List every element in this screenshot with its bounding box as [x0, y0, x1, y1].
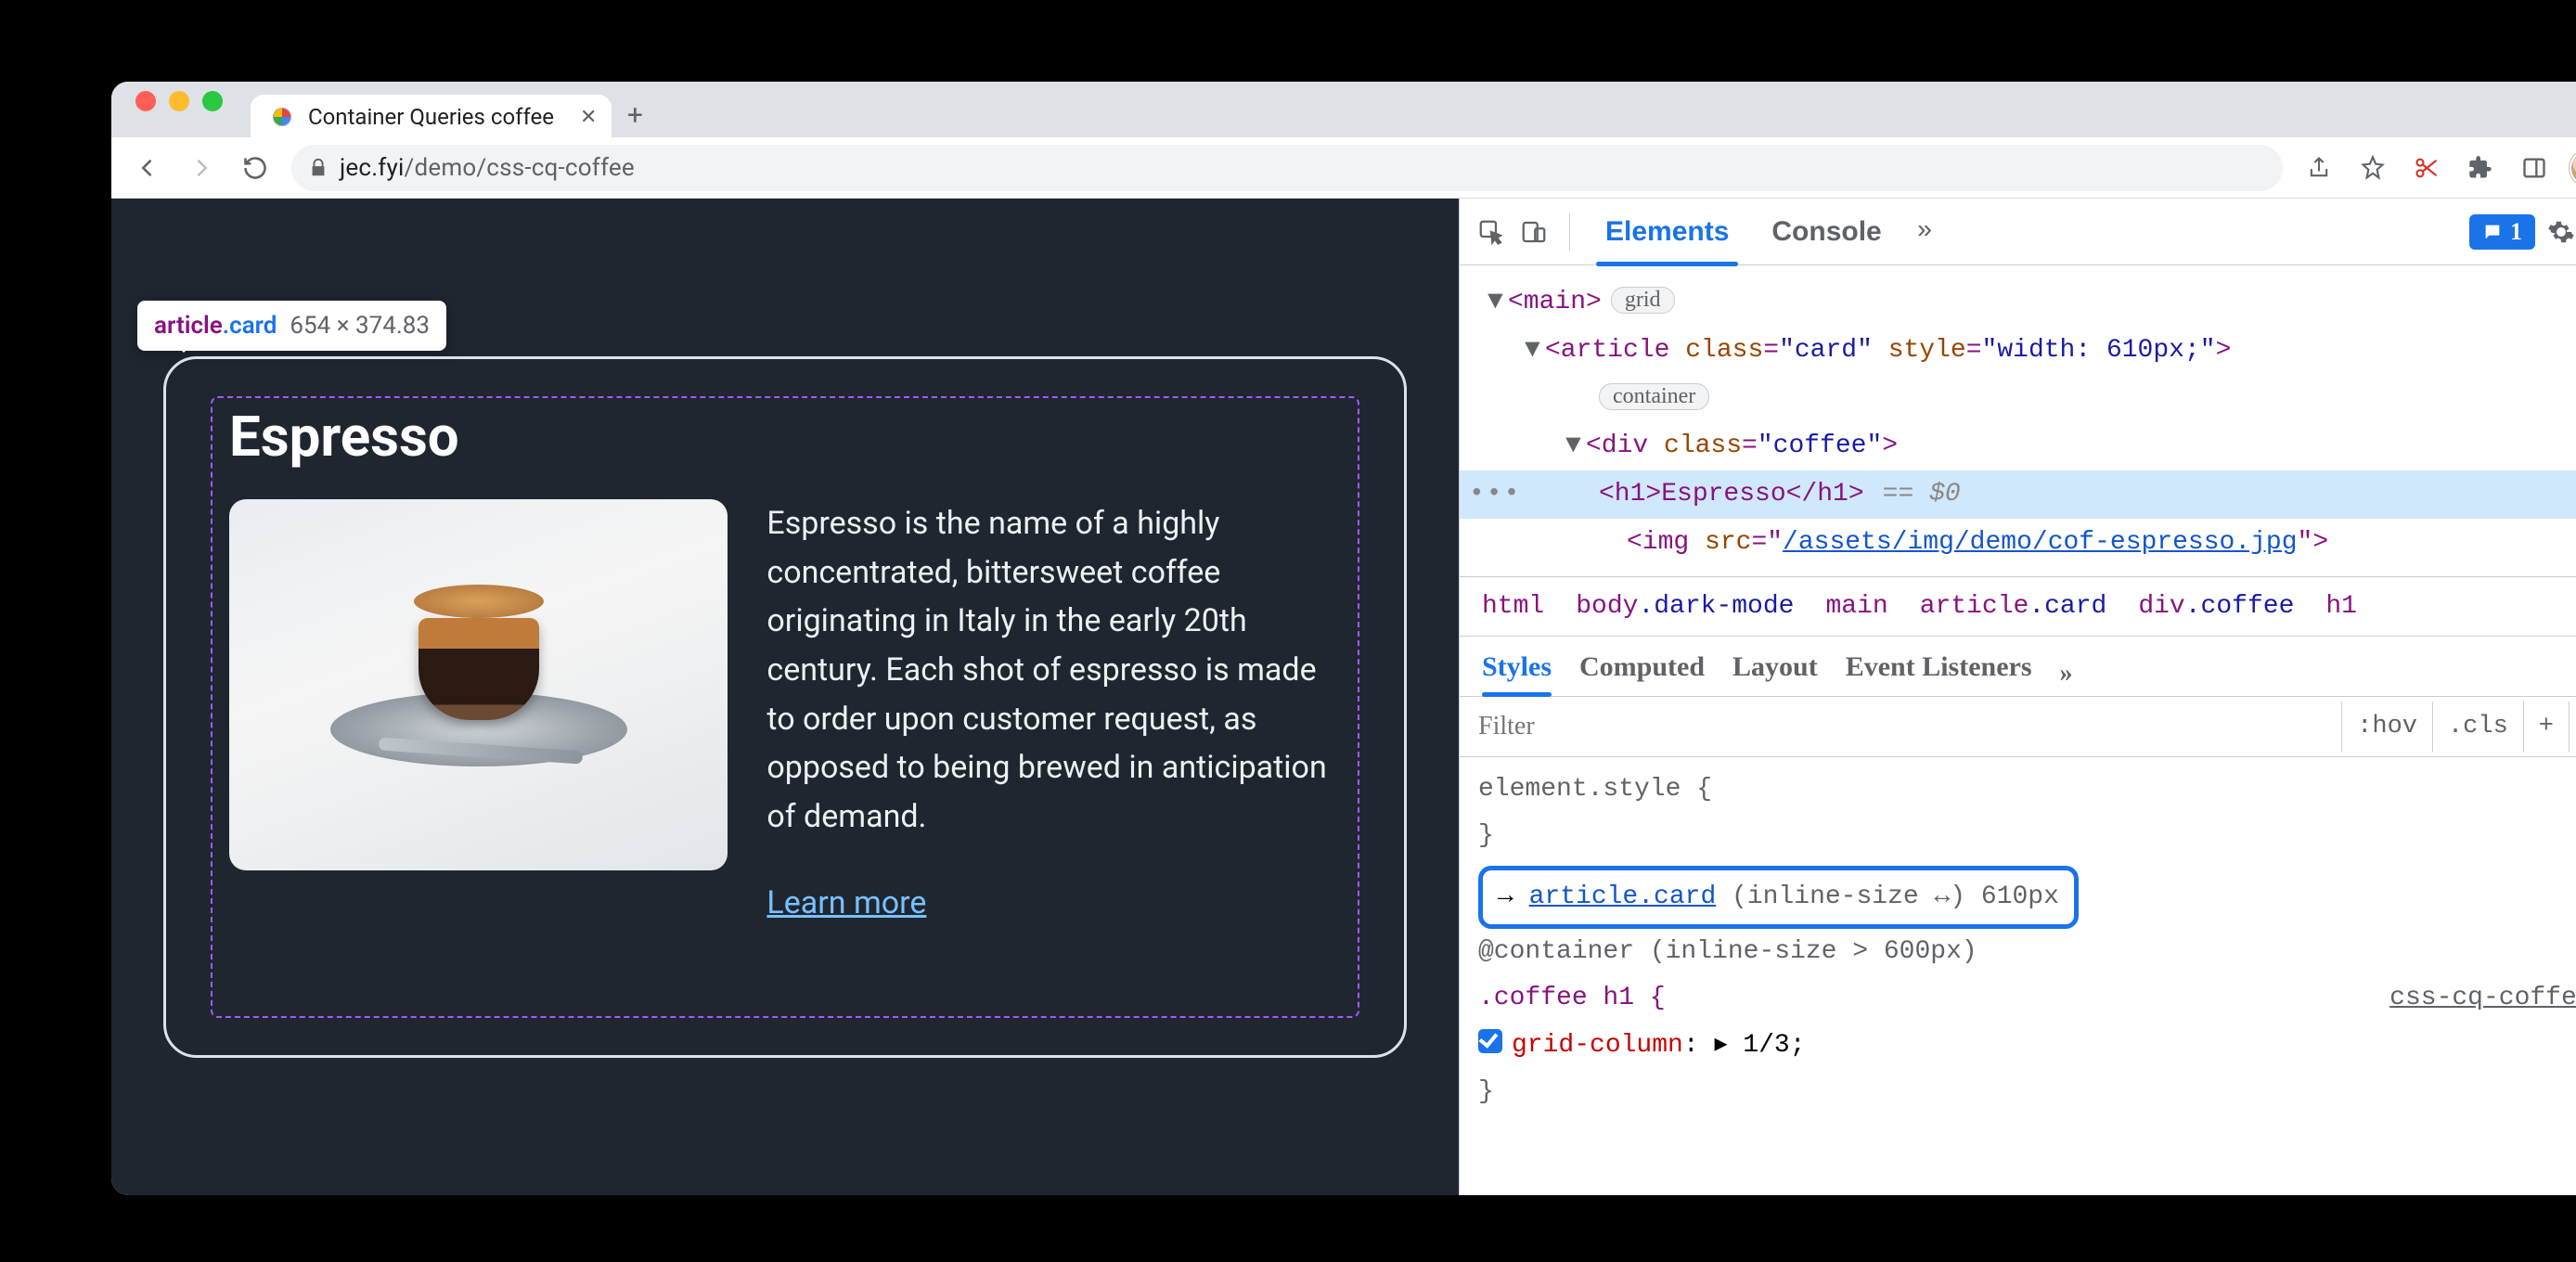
lock-icon — [308, 158, 328, 178]
url-text: jec.fyi/demo/css-cq-coffee — [340, 154, 635, 182]
container-selector-link[interactable]: article.card — [1529, 882, 1717, 911]
tab-elements[interactable]: Elements — [1589, 200, 1745, 264]
browser-window: Container Queries coffee ✕ + ⌄ jec.fyi/d… — [111, 82, 2576, 1195]
titlebar: Container Queries coffee ✕ + ⌄ — [111, 82, 2576, 137]
tab-close-icon[interactable]: ✕ — [580, 106, 597, 129]
inspect-icon[interactable] — [1475, 215, 1508, 249]
issues-count: 1 — [2510, 218, 2522, 246]
tab-favicon — [269, 104, 295, 130]
sidepanel-icon[interactable] — [2509, 143, 2559, 193]
cls-button[interactable]: .cls — [2432, 702, 2523, 752]
hov-button[interactable]: :hov — [2341, 702, 2432, 752]
styles-rules[interactable]: element.style { } → article.card (inline… — [1460, 757, 2576, 1126]
back-button[interactable] — [122, 143, 173, 193]
rule-element-style[interactable]: element.style { — [1478, 766, 2576, 813]
browser-tab[interactable]: Container Queries coffee ✕ — [251, 95, 612, 137]
address-bar[interactable]: jec.fyi/demo/css-cq-coffee — [291, 145, 2283, 191]
tooltip-dimensions: 654 × 374.83 — [290, 312, 430, 340]
forward-button[interactable] — [176, 143, 226, 193]
element-tooltip: article.card 654 × 374.83 — [137, 301, 446, 351]
bookmark-icon[interactable] — [2348, 143, 2398, 193]
dom-row-main[interactable]: ▼<main>grid — [1488, 278, 2576, 327]
rendered-page: article.card 654 × 374.83 Espresso Espres… — [111, 199, 1459, 1195]
card-heading: Espresso — [229, 404, 1341, 470]
card-description: Espresso is the name of a highly concent… — [766, 499, 1341, 842]
tab-title: Container Queries coffee — [308, 104, 554, 130]
window-close-button[interactable] — [135, 91, 156, 111]
paint-icon[interactable] — [2569, 702, 2576, 752]
dom-row-img[interactable]: <img src="/assets/img/demo/cof-espresso.… — [1488, 519, 2576, 567]
tab-event-listeners[interactable]: Event Listeners — [1846, 651, 2032, 696]
container-rule-highlight: → article.card (inline-size ↔) 610px — [1478, 866, 2576, 929]
window-maximize-button[interactable] — [202, 91, 223, 111]
extensions-icon[interactable] — [2455, 143, 2505, 193]
dom-row-div[interactable]: ▼<div class="coffee"> — [1488, 422, 2576, 470]
breadcrumb[interactable]: html body.dark-mode main article.card di… — [1460, 576, 2576, 637]
rule-close-1: } — [1478, 813, 2576, 859]
devtools-toolbar: Elements Console » 1 — [1460, 199, 2576, 265]
scissors-icon[interactable] — [2402, 143, 2452, 193]
coffee-card: Espresso Espresso is the name of a highl… — [163, 356, 1407, 1058]
new-tab-button[interactable]: + — [612, 99, 658, 137]
profile-avatar[interactable] — [2563, 143, 2576, 193]
dom-row-h1-selected[interactable]: <h1>Espresso</h1>== $0 — [1460, 470, 2576, 519]
issues-badge[interactable]: 1 — [2469, 214, 2535, 250]
declaration-checkbox[interactable] — [1478, 1029, 1502, 1053]
device-toggle-icon[interactable] — [1517, 215, 1551, 249]
tab-console[interactable]: Console — [1755, 200, 1898, 264]
styles-filter-input[interactable] — [1460, 697, 2341, 756]
tabs-overflow-icon[interactable]: » — [1908, 217, 1942, 246]
rule-source-link[interactable]: css-cq-coffee:45 — [2389, 975, 2576, 1022]
reload-button[interactable] — [230, 143, 280, 193]
toolbar: jec.fyi/demo/css-cq-coffee — [111, 137, 2576, 199]
tab-styles[interactable]: Styles — [1482, 651, 1552, 696]
tab-computed[interactable]: Computed — [1579, 651, 1705, 696]
container-outline: Espresso Espresso is the name of a highl… — [211, 396, 1359, 1018]
at-container-rule[interactable]: @container (inline-size > 600px) — [1478, 929, 2576, 975]
dom-tree[interactable]: ▼<main>grid ▼<article class="card" style… — [1460, 265, 2576, 576]
rule-close-2: } — [1478, 1077, 1494, 1106]
window-minimize-button[interactable] — [169, 91, 189, 111]
window-controls — [135, 82, 251, 137]
settings-icon[interactable] — [2544, 215, 2576, 249]
style-tabs-overflow-icon[interactable]: » — [2060, 659, 2073, 689]
rule-declaration[interactable]: grid-column: ▸ 1/3; — [1478, 1023, 2576, 1069]
share-icon[interactable] — [2294, 143, 2344, 193]
tooltip-tag: article — [154, 312, 223, 340]
dom-row-article[interactable]: ▼<article class="card" style="width: 610… — [1488, 327, 2576, 375]
learn-more-link[interactable]: Learn more — [766, 884, 1341, 921]
content-area: article.card 654 × 374.83 Espresso Espres… — [111, 199, 2576, 1195]
devtools-panel: Elements Console » 1 ▼<main>grid ▼<artic… — [1459, 199, 2576, 1195]
tooltip-class: .card — [223, 312, 277, 340]
new-rule-icon[interactable]: + — [2523, 702, 2569, 752]
rule-selector[interactable]: .coffee h1 { — [1478, 984, 1666, 1012]
coffee-image — [229, 499, 728, 870]
styles-tabbar: Styles Computed Layout Event Listeners » — [1460, 637, 2576, 697]
dom-row-article-badge[interactable]: container — [1488, 375, 2576, 423]
styles-filter-row: :hov .cls + — [1460, 697, 2576, 757]
tab-layout[interactable]: Layout — [1732, 651, 1818, 696]
